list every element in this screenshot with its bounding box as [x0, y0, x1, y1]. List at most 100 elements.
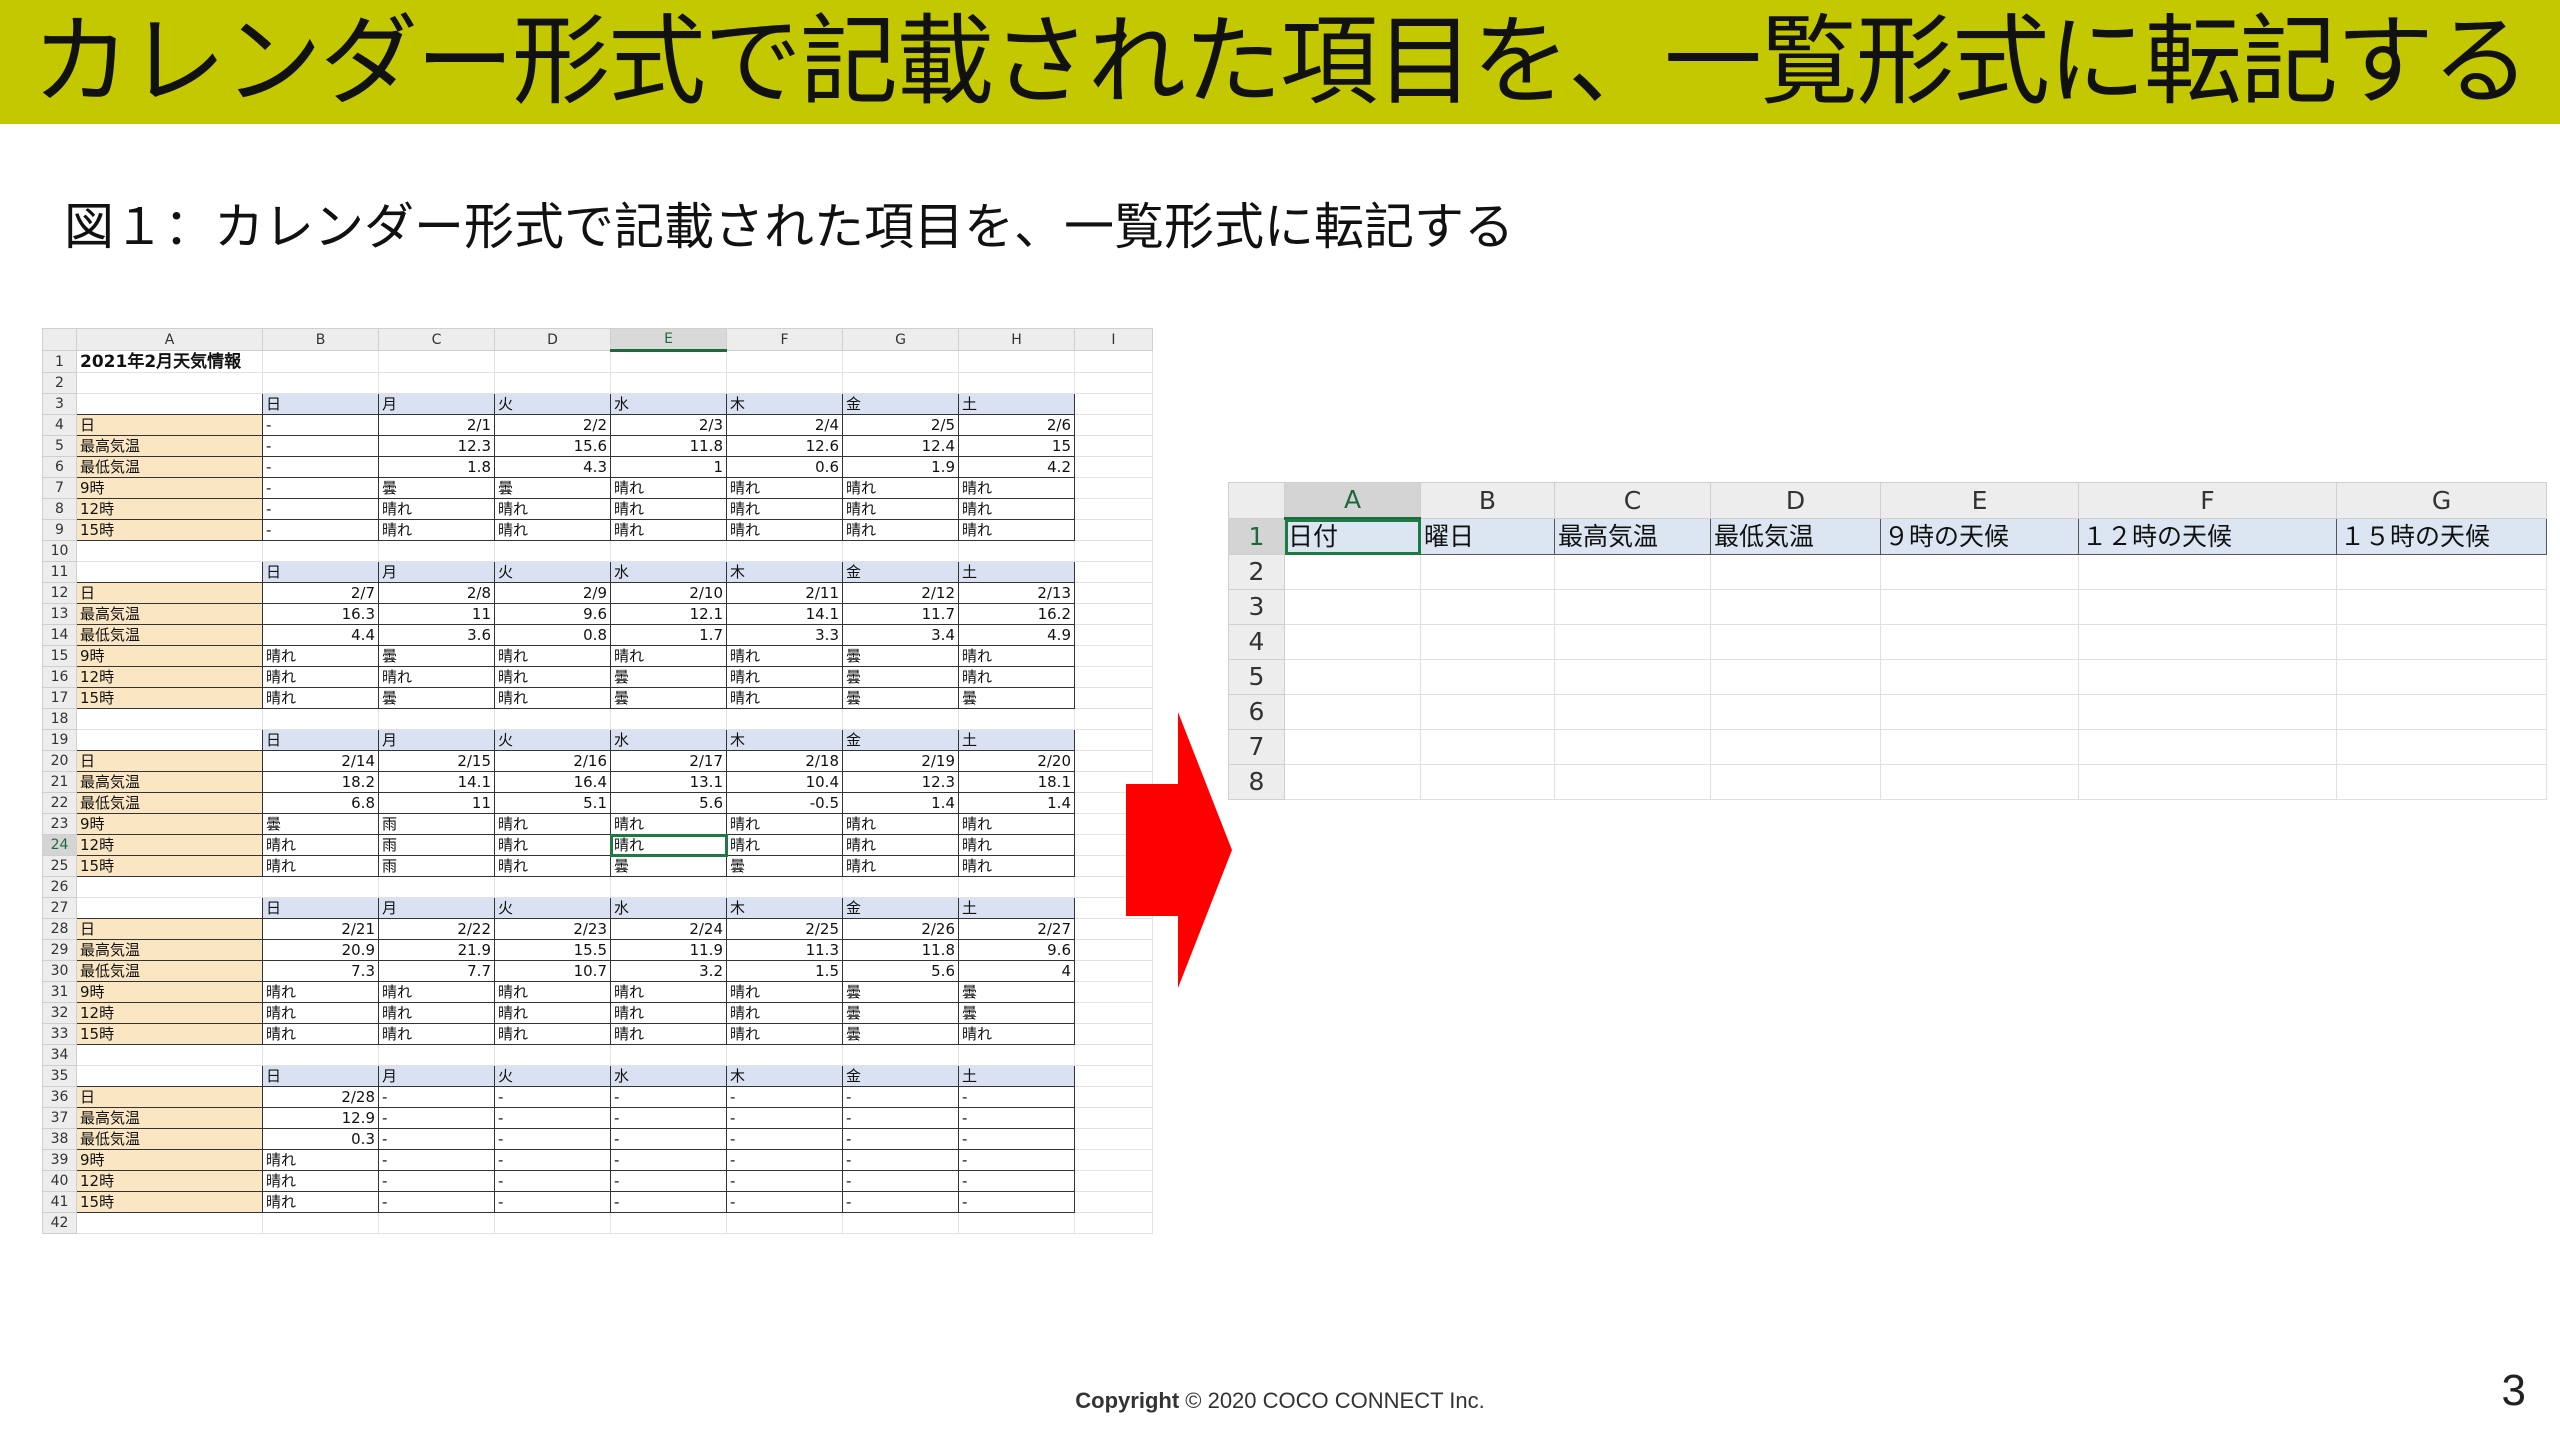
- data-cell[interactable]: 5.6: [610, 792, 727, 814]
- row-header[interactable]: 25: [42, 855, 77, 877]
- cell[interactable]: [1284, 694, 1421, 730]
- column-header-g[interactable]: G: [842, 328, 959, 351]
- data-cell[interactable]: 12.9: [262, 1107, 379, 1129]
- column-header-c[interactable]: C: [1554, 482, 1711, 519]
- row-label[interactable]: 最低気温: [76, 624, 263, 646]
- weekday-header[interactable]: 月: [378, 729, 495, 751]
- row-header[interactable]: 14: [42, 624, 77, 646]
- cell[interactable]: [1074, 372, 1153, 394]
- cell[interactable]: [1880, 589, 2079, 625]
- row-header[interactable]: 19: [42, 729, 77, 751]
- cell[interactable]: [2078, 694, 2337, 730]
- row-header[interactable]: 13: [42, 603, 77, 625]
- data-cell[interactable]: 晴れ: [378, 666, 495, 688]
- row-header[interactable]: 24: [42, 834, 77, 856]
- row-header[interactable]: 31: [42, 981, 77, 1003]
- list-header-cell[interactable]: ９時の天候: [1880, 518, 2079, 555]
- row-label[interactable]: 最低気温: [76, 960, 263, 982]
- row-label[interactable]: 最高気温: [76, 771, 263, 793]
- data-cell[interactable]: 2/27: [958, 918, 1075, 940]
- data-cell[interactable]: 12.3: [842, 771, 959, 793]
- row-label[interactable]: 12時: [76, 1002, 263, 1024]
- cell[interactable]: [1074, 687, 1153, 709]
- data-cell[interactable]: -: [958, 1149, 1075, 1171]
- data-cell[interactable]: 0.8: [494, 624, 611, 646]
- data-cell[interactable]: 2/24: [610, 918, 727, 940]
- cell[interactable]: [1880, 729, 2079, 765]
- data-cell[interactable]: 晴れ: [726, 519, 843, 541]
- data-cell[interactable]: 15: [958, 435, 1075, 457]
- data-cell[interactable]: -: [262, 519, 379, 541]
- row-header[interactable]: 1: [42, 350, 77, 373]
- cell[interactable]: [76, 561, 263, 583]
- data-cell[interactable]: 1.8: [378, 456, 495, 478]
- data-cell[interactable]: 11.8: [842, 939, 959, 961]
- data-cell[interactable]: 晴れ: [378, 519, 495, 541]
- weekday-header[interactable]: 土: [958, 729, 1075, 751]
- cell[interactable]: [494, 540, 611, 562]
- cell[interactable]: [2078, 554, 2337, 590]
- row-header[interactable]: 36: [42, 1086, 77, 1108]
- data-cell[interactable]: -: [958, 1191, 1075, 1213]
- row-label[interactable]: 15時: [76, 687, 263, 709]
- data-cell[interactable]: -: [378, 1170, 495, 1192]
- cell[interactable]: [2336, 659, 2547, 695]
- weekday-header[interactable]: 月: [378, 1065, 495, 1087]
- cell[interactable]: [76, 540, 263, 562]
- data-cell[interactable]: 2/19: [842, 750, 959, 772]
- weekday-header[interactable]: 金: [842, 393, 959, 415]
- list-header-cell[interactable]: 日付: [1284, 518, 1421, 555]
- data-cell[interactable]: 21.9: [378, 939, 495, 961]
- cell[interactable]: [1074, 1191, 1153, 1213]
- row-label[interactable]: 日: [76, 414, 263, 436]
- row-label[interactable]: 最高気温: [76, 435, 263, 457]
- data-cell[interactable]: -: [494, 1107, 611, 1129]
- cell[interactable]: [726, 1212, 843, 1234]
- data-cell[interactable]: 4.4: [262, 624, 379, 646]
- data-cell[interactable]: 晴れ: [262, 1002, 379, 1024]
- data-cell[interactable]: 6.8: [262, 792, 379, 814]
- cell[interactable]: [262, 1044, 379, 1066]
- cell[interactable]: [1554, 589, 1711, 625]
- data-cell[interactable]: 晴れ: [958, 813, 1075, 835]
- cell[interactable]: [76, 1212, 263, 1234]
- list-header-cell[interactable]: １２時の天候: [2078, 518, 2337, 555]
- data-cell[interactable]: 晴れ: [958, 645, 1075, 667]
- data-cell[interactable]: 11.7: [842, 603, 959, 625]
- cell[interactable]: [1074, 645, 1153, 667]
- data-cell[interactable]: 1.5: [726, 960, 843, 982]
- data-cell[interactable]: -: [378, 1191, 495, 1213]
- data-cell[interactable]: 曇: [610, 855, 727, 877]
- cell[interactable]: [1710, 659, 1881, 695]
- weekday-header[interactable]: 火: [494, 729, 611, 751]
- data-cell[interactable]: 晴れ: [610, 645, 727, 667]
- data-cell[interactable]: 7.3: [262, 960, 379, 982]
- row-header[interactable]: 33: [42, 1023, 77, 1045]
- cell[interactable]: [1880, 659, 2079, 695]
- cell[interactable]: [1074, 519, 1153, 541]
- column-header-c[interactable]: C: [378, 328, 495, 351]
- data-cell[interactable]: 晴れ: [842, 477, 959, 499]
- cell[interactable]: [1074, 393, 1153, 415]
- row-header[interactable]: 5: [42, 435, 77, 457]
- data-cell[interactable]: 晴れ: [958, 477, 1075, 499]
- data-cell[interactable]: 18.1: [958, 771, 1075, 793]
- row-header[interactable]: 34: [42, 1044, 77, 1066]
- data-cell[interactable]: 曇: [842, 1002, 959, 1024]
- row-header[interactable]: 4: [42, 414, 77, 436]
- data-cell[interactable]: 16.2: [958, 603, 1075, 625]
- row-header[interactable]: 22: [42, 792, 77, 814]
- cell[interactable]: [262, 708, 379, 730]
- column-header-f[interactable]: F: [726, 328, 843, 351]
- row-header[interactable]: 11: [42, 561, 77, 583]
- data-cell[interactable]: 1.4: [842, 792, 959, 814]
- cell[interactable]: [1074, 498, 1153, 520]
- data-cell[interactable]: 15.6: [494, 435, 611, 457]
- cell[interactable]: [494, 1044, 611, 1066]
- data-cell[interactable]: 晴れ: [726, 981, 843, 1003]
- data-cell[interactable]: 晴れ: [494, 666, 611, 688]
- data-cell[interactable]: 2/21: [262, 918, 379, 940]
- data-cell[interactable]: 晴れ: [958, 519, 1075, 541]
- data-cell[interactable]: 晴れ: [494, 1002, 611, 1024]
- cell[interactable]: [842, 540, 959, 562]
